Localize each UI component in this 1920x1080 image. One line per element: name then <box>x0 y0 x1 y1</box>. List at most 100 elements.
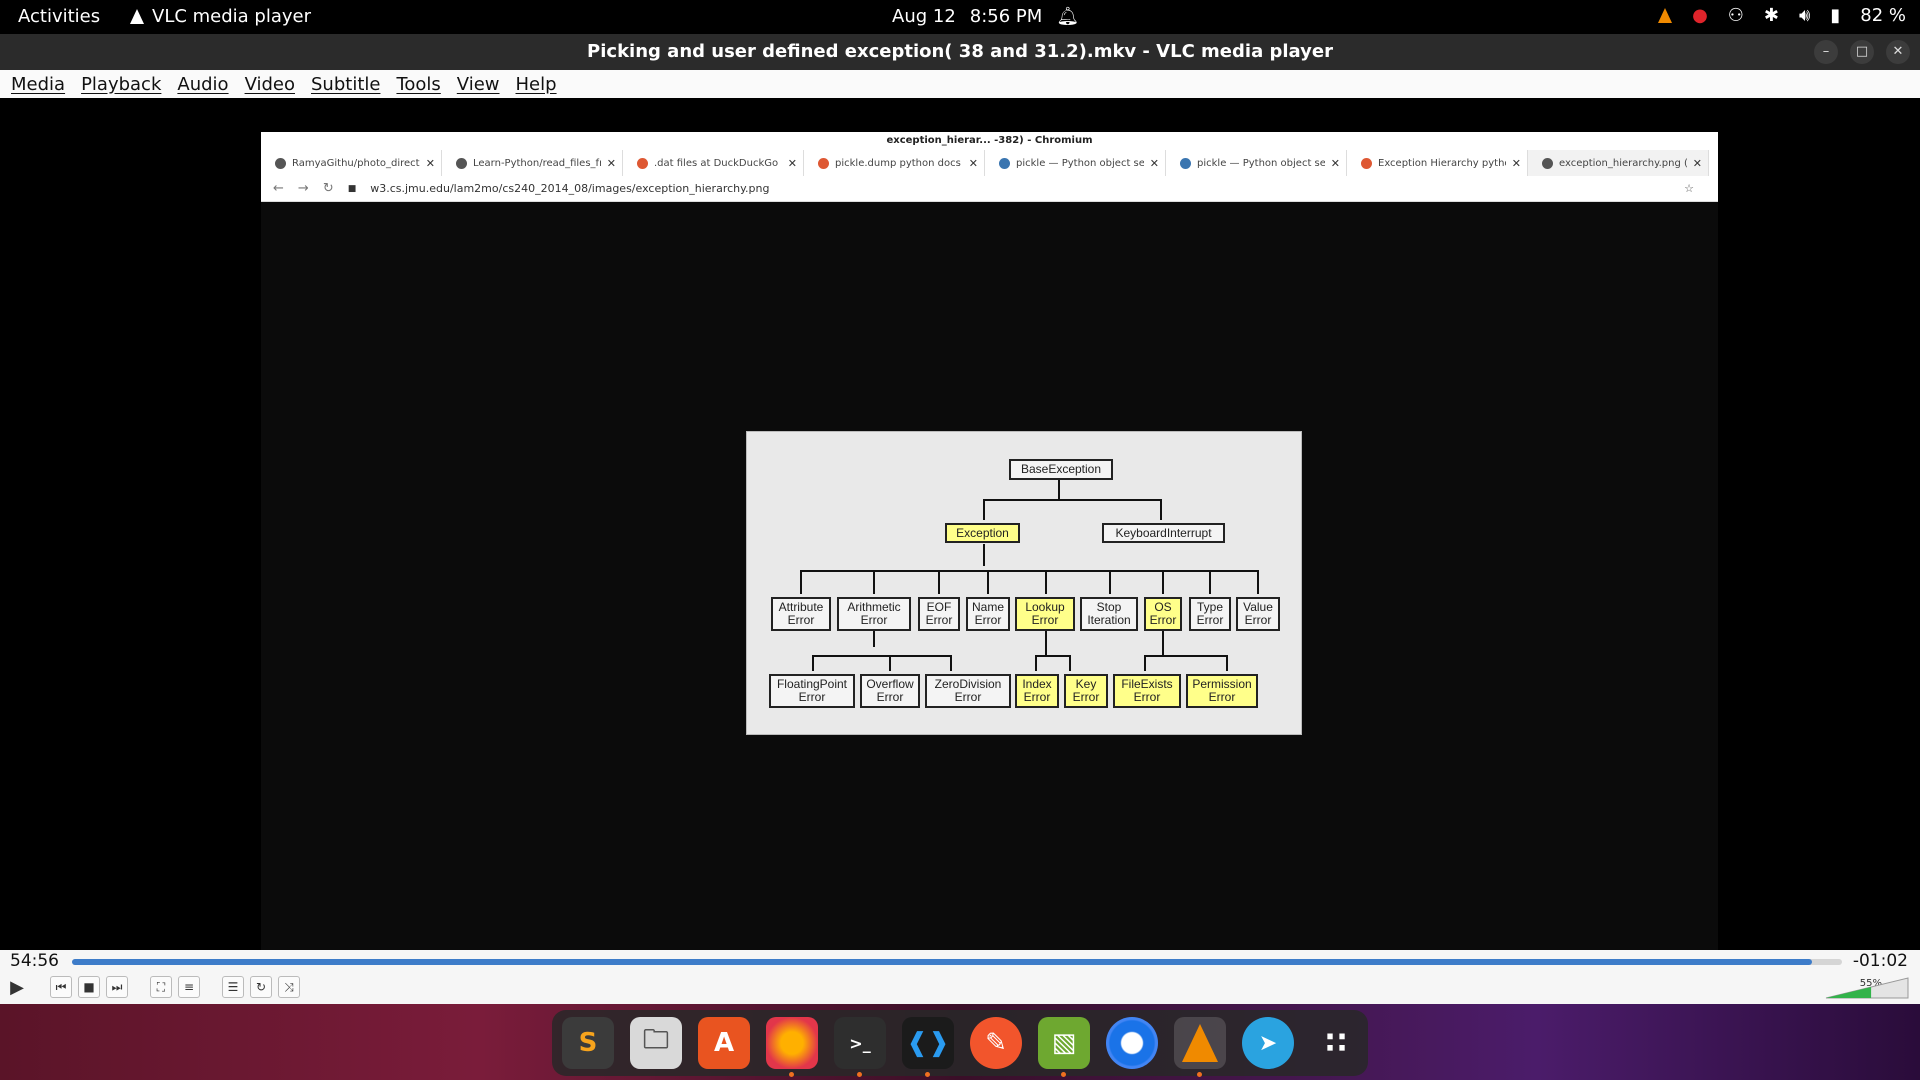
node-value-error: Value Error <box>1236 597 1280 631</box>
node-attribute-error: Attribute Error <box>771 597 831 631</box>
elapsed-time[interactable]: 54:56 <box>10 951 59 971</box>
menu-tools[interactable]: Tools <box>396 74 440 95</box>
sublime-text-icon[interactable]: S <box>562 1017 614 1069</box>
menu-view[interactable]: View <box>457 74 500 95</box>
app-name-label: VLC media player <box>152 6 312 27</box>
python-icon <box>999 157 1010 169</box>
volume-icon[interactable]: 🔊︎ <box>1799 5 1810 26</box>
extended-settings-button[interactable]: ≡ <box>178 976 200 998</box>
vscode-icon[interactable]: ❰❱ <box>902 1017 954 1077</box>
github-icon <box>456 157 467 169</box>
browser-tab-active: exception_hierarchy.png (7 ✕ <box>1528 150 1709 176</box>
firefox-icon[interactable] <box>766 1017 818 1077</box>
node-stop-iteration: Stop Iteration <box>1080 597 1138 631</box>
node-keyboard-interrupt: KeyboardInterrupt <box>1102 523 1225 543</box>
node-arithmetic-error: Arithmetic Error <box>837 597 911 631</box>
node-floating-point-error: FloatingPoint Error <box>769 674 855 708</box>
reload-icon: ↻ <box>322 181 334 196</box>
duckduckgo-icon <box>637 157 648 169</box>
menu-help[interactable]: Help <box>516 74 557 95</box>
system-top-bar: Activities VLC media player Aug 12 8:56 … <box>0 0 1920 34</box>
node-type-error: Type Error <box>1189 597 1231 631</box>
duckduckgo-icon <box>1361 157 1372 169</box>
forward-icon: → <box>297 181 309 196</box>
time-label: 8:56 PM <box>969 6 1043 27</box>
alert-icon[interactable]: ● <box>1692 5 1708 26</box>
app-center-icon[interactable]: A <box>698 1017 750 1069</box>
battery-icon[interactable]: ▮ <box>1830 5 1840 26</box>
node-eof-error: EOF Error <box>918 597 960 631</box>
vlc-small-icon <box>130 9 144 24</box>
notification-bell-icon: 🔔︎ <box>1056 6 1080 27</box>
github-icon <box>275 157 286 169</box>
node-exception: Exception <box>945 523 1020 543</box>
tab-close-icon: ✕ <box>968 156 978 170</box>
close-button[interactable]: ✕ <box>1886 40 1910 64</box>
telegram-icon[interactable]: ➤ <box>1242 1017 1294 1069</box>
node-name-error: Name Error <box>966 597 1010 631</box>
menu-audio[interactable]: Audio <box>177 74 228 95</box>
browser-tab-strip: RamyaGithu/photo_directo ✕ Learn-Python/r… <box>261 150 1718 176</box>
browser-url: w3.cs.jmu.edu/lam2mo/cs240_2014_08/image… <box>370 182 770 195</box>
node-key-error: Key Error <box>1064 674 1108 708</box>
browser-window-title: exception_hierar... -382) - Chromium <box>261 132 1718 150</box>
video-area[interactable]: exception_hierar... -382) - Chromium Ram… <box>0 98 1920 950</box>
window-title: Picking and user defined exception( 38 a… <box>587 41 1333 62</box>
loop-button[interactable]: ↻ <box>250 976 272 998</box>
image-viewer-icon[interactable]: ▧ <box>1038 1017 1090 1077</box>
browser-tab: Exception Hierarchy python ✕ <box>1347 150 1528 176</box>
vlc-tray-icon[interactable] <box>1658 8 1673 23</box>
app-grid-icon[interactable]: ∷ <box>1310 1017 1362 1069</box>
seek-bar[interactable] <box>72 959 1842 965</box>
vlc-icon[interactable] <box>1174 1017 1226 1077</box>
video-frame: exception_hierar... -382) - Chromium Ram… <box>261 132 1718 950</box>
browser-tab: pickle.dump python docs at ✕ <box>804 150 985 176</box>
chromium-icon[interactable] <box>1106 1017 1158 1069</box>
date-label: Aug 12 <box>892 6 956 27</box>
app-menu[interactable]: VLC media player <box>130 6 311 27</box>
node-index-error: Index Error <box>1015 674 1059 708</box>
volume-slider[interactable] <box>1822 976 1912 1002</box>
maximize-button[interactable]: □ <box>1850 40 1874 64</box>
menu-subtitle[interactable]: Subtitle <box>311 74 380 95</box>
browser-tab: pickle — Python object seri ✕ <box>1166 150 1347 176</box>
playlist-button[interactable]: ☰ <box>222 976 244 998</box>
menu-video[interactable]: Video <box>245 74 295 95</box>
node-zero-division-error: ZeroDivision Error <box>925 674 1011 708</box>
stop-button[interactable]: ■ <box>78 976 100 998</box>
back-icon: ← <box>273 181 284 196</box>
seek-progress <box>72 959 1812 965</box>
play-button[interactable]: ▶ <box>6 976 28 998</box>
system-tray[interactable]: ● ⚇ ✱ 🔊︎ ▮ 82 % <box>1658 5 1906 26</box>
tab-close-icon: ✕ <box>606 156 616 170</box>
shuffle-button[interactable]: ⤨ <box>278 976 300 998</box>
desktop-wallpaper: S 🗀︎ A >_ ❰❱ ✎ ▧ ➤ ∷ <box>0 1004 1920 1080</box>
dock: S 🗀︎ A >_ ❰❱ ✎ ▧ ➤ ∷ <box>552 1010 1368 1077</box>
pen-app-icon[interactable]: ✎ <box>970 1017 1022 1069</box>
accessibility-icon[interactable]: ⚇ <box>1728 5 1744 26</box>
menu-bar: Media Playback Audio Video Subtitle Tool… <box>0 70 1920 98</box>
python-icon <box>1180 157 1191 169</box>
activities-button[interactable]: Activities <box>18 6 100 27</box>
menu-playback[interactable]: Playback <box>81 74 161 95</box>
previous-button[interactable]: ⏮ <box>50 976 72 998</box>
playback-controls: 54:56 -01:02 ▶ ⏮ ■ ⏭ ⛶ ≡ ☰ ↻ ⤨ 55% <box>0 950 1920 1004</box>
files-icon[interactable]: 🗀︎ <box>630 1017 682 1069</box>
bluetooth-icon[interactable]: ✱ <box>1764 5 1779 26</box>
bookmark-star-icon: ☆ <box>1684 182 1694 195</box>
exception-hierarchy-diagram: BaseException Exception KeyboardInterrup… <box>746 431 1302 735</box>
terminal-icon[interactable]: >_ <box>834 1017 886 1077</box>
tab-close-icon: ✕ <box>425 156 435 170</box>
fullscreen-button[interactable]: ⛶ <box>150 976 172 998</box>
node-os-error: OS Error <box>1144 597 1182 631</box>
node-lookup-error: Lookup Error <box>1015 597 1075 631</box>
menu-media[interactable]: Media <box>11 74 65 95</box>
remaining-time[interactable]: -01:02 <box>1853 951 1908 971</box>
browser-tab: pickle — Python object seri ✕ <box>985 150 1166 176</box>
minimize-button[interactable]: – <box>1814 40 1838 64</box>
clock-button[interactable]: Aug 12 8:56 PM 🔔︎ <box>892 6 1079 27</box>
lock-icon: ■ <box>347 183 357 194</box>
browser-toolbar: ← → ↻ ■ w3.cs.jmu.edu/lam2mo/cs240_2014_… <box>261 176 1718 202</box>
next-button[interactable]: ⏭ <box>106 976 128 998</box>
tab-close-icon: ✕ <box>787 156 797 170</box>
